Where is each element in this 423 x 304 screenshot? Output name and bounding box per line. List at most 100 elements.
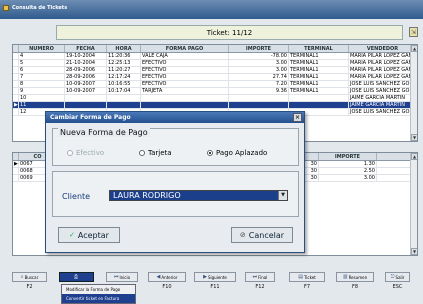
table-cell: 4 (19, 53, 65, 59)
table-cell: 2.50 (319, 168, 377, 174)
table-row[interactable]: 5 21-10-2004 12:25:13 EFECTIVO 3.00 TERMINAL1… (13, 60, 417, 67)
table-cell: MARIA PILAR LOPEZ GAF (349, 60, 417, 66)
radio-pago-aplazado[interactable]: Pago Aplazado (207, 149, 267, 157)
table-row[interactable]: 10 JAIME GARCIA MARTIN (13, 95, 417, 102)
toolbar-button[interactable]: ⏭ Final (245, 272, 275, 282)
scroll-down-icon[interactable]: ▼ (411, 134, 417, 141)
column-header-importe[interactable]: IMPORTE (229, 45, 289, 52)
table-row[interactable]: 9 10-09-2007 10:17:04 TARJETA 9.36 TERMINAL1 J… (13, 88, 417, 95)
table-cell: 10:17:04 (107, 88, 141, 94)
table-cell: TERMINAL1 (289, 67, 349, 73)
column-header-vendedor[interactable]: VENDEDOR (349, 45, 417, 52)
radio-label: Efectivo (76, 149, 105, 157)
toolbar-button-label: Anterior (161, 274, 178, 280)
table-cell: 19-10-2004 (65, 53, 107, 59)
table-cell: TARJETA (141, 88, 229, 94)
table-cell: EFECTIVO (141, 67, 229, 73)
aceptar-button[interactable]: ✓ Aceptar (58, 227, 120, 243)
cliente-group: Cliente LAURA RODRIGO ▼ (52, 171, 299, 217)
scroll-up-icon[interactable]: ▲ (411, 153, 417, 160)
vertical-scrollbar[interactable]: ▲ ▼ (410, 45, 417, 141)
toolbar-button[interactable]: ▥ Resumen (336, 272, 374, 282)
table-cell (65, 95, 107, 101)
table-cell: 1.30 (319, 161, 377, 167)
column-header-importe[interactable]: IMPORTE (319, 153, 377, 160)
toolbar-button[interactable]: ▤ Ticket (289, 272, 325, 282)
table-cell: 7.20 (229, 81, 289, 87)
table-cell: 3.00 (229, 60, 289, 66)
cancelar-button[interactable]: ⊘ Cancelar (231, 227, 293, 243)
toolbar-button[interactable]: ⌕ Buscar (12, 272, 47, 282)
table-cell (107, 102, 141, 108)
checkmark-icon: ✓ (69, 231, 75, 239)
table-row[interactable]: 8 10-09-2007 10:16:55 EFECTIVO 7.20 TERMINAL1… (13, 81, 417, 88)
function-key-label: F8 (351, 284, 359, 290)
table-cell: EFECTIVO (141, 81, 229, 87)
scroll-down-icon[interactable]: ▼ (411, 248, 417, 255)
menu-item-modificar-forma-pago[interactable]: Modificar la Forma de Pago (62, 285, 135, 294)
table-cell: 7 (19, 74, 65, 80)
toolbar-button-label: Final (258, 274, 268, 280)
toolbar-button-label: Buscar (24, 274, 39, 280)
scroll-up-icon[interactable]: ▲ (411, 45, 417, 52)
table-cell: VALE CAJA (141, 53, 229, 59)
table-cell: 21-10-2004 (65, 60, 107, 66)
popup-menu: Modificar la Forma de Pago Convertir tic… (61, 284, 136, 304)
table-row[interactable]: 6 28-09-2006 11:20:27 EFECTIVO 3.00 TERMINAL1… (13, 67, 417, 74)
toolbar-button[interactable]: ⏮ Inicio (106, 272, 138, 282)
menu-item-convertir-factura[interactable]: Convertir ticket en Factura (62, 294, 135, 303)
cliente-label: Cliente (62, 192, 91, 201)
toolbar-button-label: Resumen (348, 274, 368, 280)
tickets-table-body: 4 19-10-2004 11:20:36 VALE CAJA -78.00 TERMIN… (13, 53, 417, 116)
column-header-forma-pago[interactable]: FORMA PAGO (141, 45, 229, 52)
toolbar-button[interactable]: ▶ Siguiente (194, 272, 236, 282)
aceptar-label: Aceptar (77, 230, 109, 240)
forma-pago-group: Nueva Forma de Pago Efectivo Tarjeta Pag… (52, 128, 299, 166)
table-cell: TERMINAL1 (289, 53, 349, 59)
radio-tarjeta[interactable]: Tarjeta (139, 149, 172, 157)
vertical-scrollbar[interactable]: ▲ ▼ (410, 153, 417, 255)
chevron-down-icon[interactable]: ▼ (278, 191, 287, 200)
table-cell: 10-09-2007 (65, 81, 107, 87)
column-header-terminal[interactable]: TERMINAL (289, 45, 349, 52)
column-header-fecha[interactable]: FECHA (65, 45, 107, 52)
title-bar: Consulta de Tickets (0, 0, 423, 19)
table-cell: 11:20:27 (107, 67, 141, 73)
table-cell: MARIA PILAR LOPEZ GAF (349, 53, 417, 59)
radio-label: Pago Aplazado (216, 149, 268, 157)
toolbar-button[interactable]: ◀ Anterior (148, 272, 186, 282)
table-cell: JOSE LUIS SANCHEZ GO (349, 109, 417, 115)
table-cell (289, 102, 349, 108)
function-key-label: F10 (162, 284, 172, 290)
table-row[interactable]: 4 19-10-2004 11:20:36 VALE CAJA -78.00 TERMIN… (13, 53, 417, 60)
column-header-hora[interactable]: HORA (107, 45, 141, 52)
table-cell: JAIME GARCIA MARTIN (349, 95, 417, 101)
group-label: Nueva Forma de Pago (58, 128, 150, 137)
app-icon (3, 5, 9, 11)
column-header-numero[interactable]: NUMERO (19, 45, 65, 52)
table-cell: 6 (19, 67, 65, 73)
table-row[interactable]: ▶ 11 JAIME GARCIA MARTIN (13, 102, 417, 109)
table-cell: JAIME GARCIA MARTIN (349, 102, 417, 108)
function-key-label: F12 (255, 284, 265, 290)
export-icon[interactable]: ⇲ (409, 27, 418, 37)
table-cell (65, 102, 107, 108)
table-cell: 3.00 (319, 175, 377, 181)
table-cell: 27.74 (229, 74, 289, 80)
function-key-label: F11 (210, 284, 220, 290)
table-cell: -78.00 (229, 53, 289, 59)
radio-circle-icon (139, 150, 145, 156)
toolbar-button[interactable]: ⎋ Salir (385, 272, 410, 282)
cambiar-forma-pago-dialog: Cambiar Forma de Pago × Nueva Forma de P… (45, 111, 305, 253)
next-icon: ▶ (203, 274, 207, 280)
ticket-icon: ▤ (298, 274, 303, 280)
radio-efectivo[interactable]: Efectivo (67, 149, 104, 157)
first-icon: ⏮ (113, 274, 119, 280)
cliente-select[interactable]: LAURA RODRIGO ▼ (109, 190, 288, 201)
table-cell: TERMINAL1 (289, 88, 349, 94)
toolbar-button[interactable]: ⎙ (59, 272, 94, 282)
close-icon[interactable]: × (293, 113, 302, 122)
table-cell: 11:20:36 (107, 53, 141, 59)
table-row[interactable]: 7 28-09-2006 12:17:24 EFECTIVO 27.74 TERMINAL… (13, 74, 417, 81)
table-cell (107, 95, 141, 101)
